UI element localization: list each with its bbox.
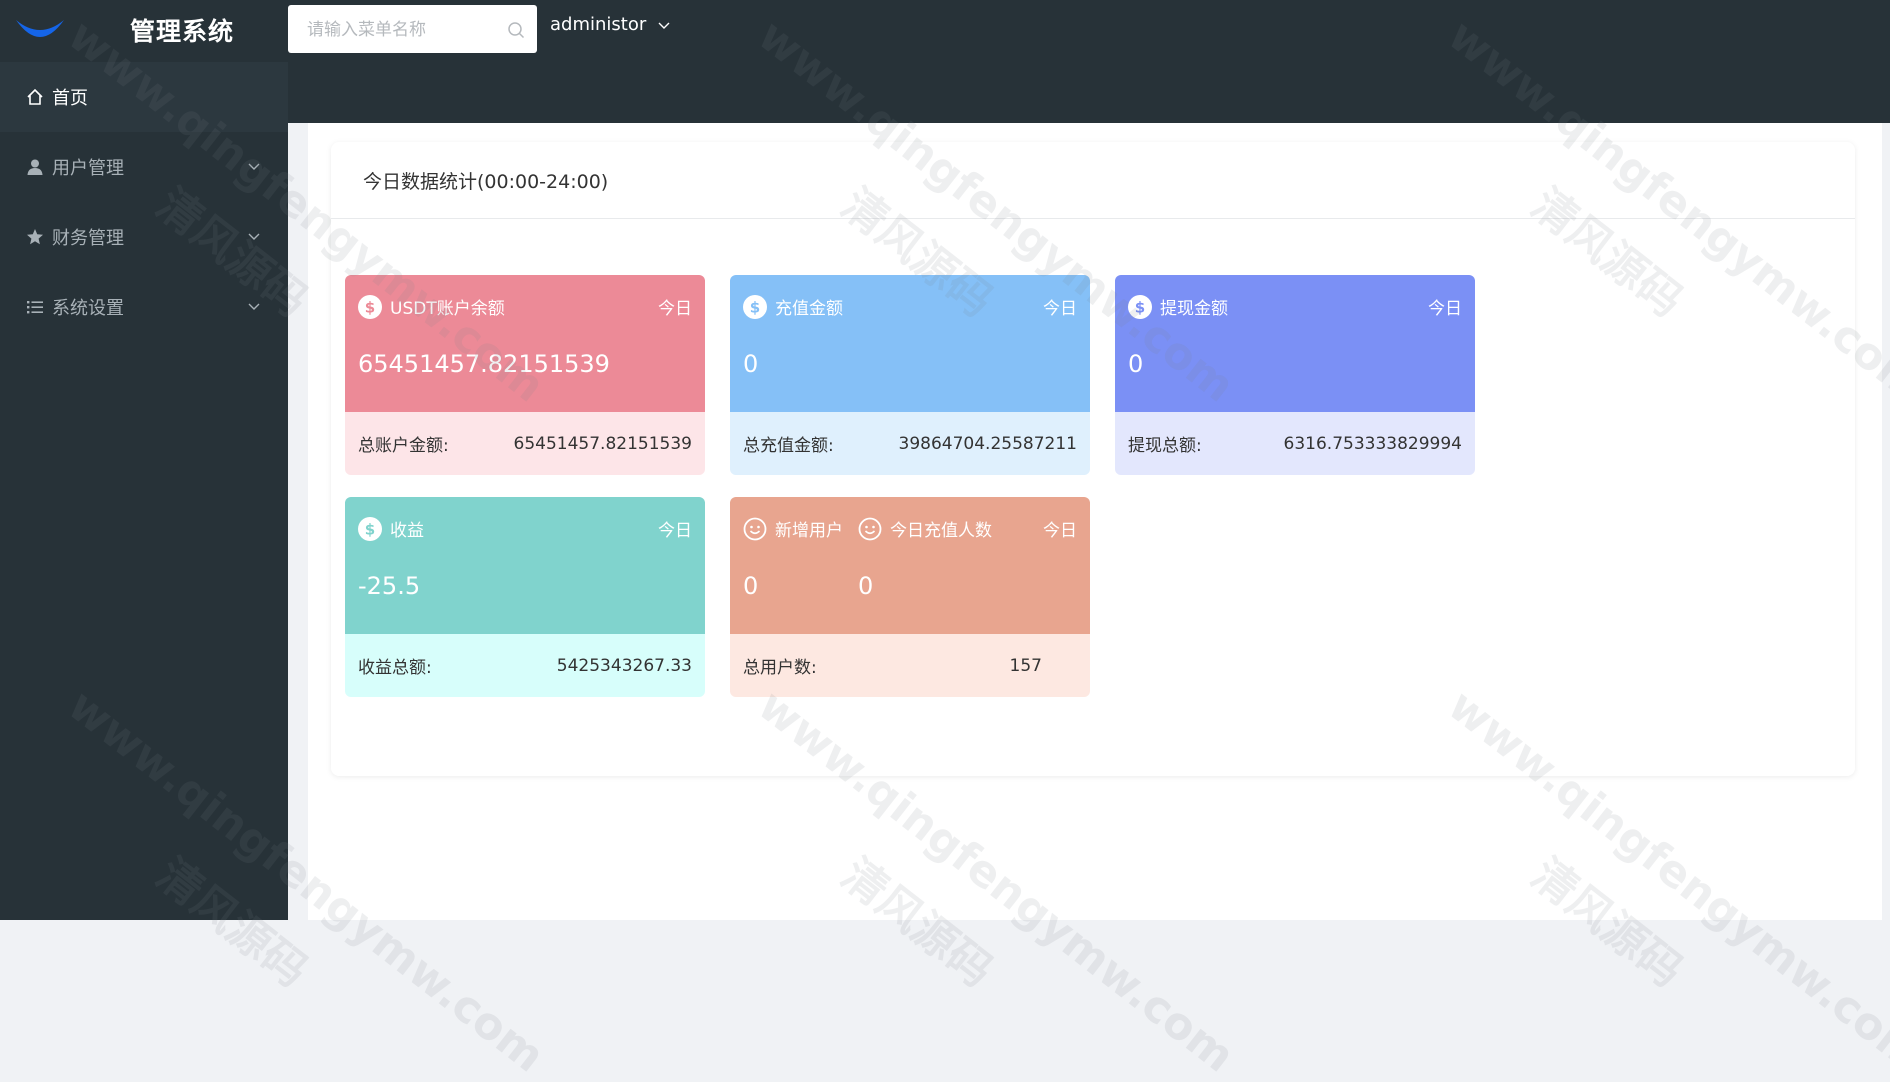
logo-icon <box>16 20 64 37</box>
card-header: $ 收益 今日 -25.5 <box>345 497 705 634</box>
content-gutter <box>288 123 308 920</box>
card-footer-label: 总充值金额: <box>743 436 834 456</box>
sidebar: 管理系统 首页 用户管理 财务管理 系统设置 <box>0 0 288 920</box>
card-title: $ 提现金额 <box>1128 294 1228 319</box>
search-input[interactable] <box>288 5 499 55</box>
sidebar-item-label: 系统设置 <box>52 298 124 319</box>
user-icon <box>26 158 44 176</box>
card-period: 今日 <box>658 521 692 541</box>
sidebar-item-label: 财务管理 <box>52 228 124 249</box>
card-footer-label: 总账户金额: <box>358 436 449 456</box>
card-period: 今日 <box>1043 521 1077 541</box>
svg-text:$: $ <box>365 298 375 316</box>
sidebar-menu: 首页 用户管理 财务管理 系统设置 <box>0 62 288 342</box>
card-footer: 总用户数: 157 <box>730 634 1090 697</box>
sidebar-item-home[interactable]: 首页 <box>0 62 288 132</box>
search-icon[interactable] <box>507 21 525 39</box>
user-dropdown[interactable]: administor <box>550 14 670 35</box>
smile-icon <box>858 517 882 541</box>
card-footer-value: 157 <box>1009 655 1042 676</box>
stat-card-withdraw: $ 提现金额 今日 0 提现总额: 6316.753333829994 <box>1115 275 1475 475</box>
card-header: $ 提现金额 今日 0 <box>1115 275 1475 412</box>
card-value-secondary: 0 <box>858 572 874 600</box>
sidebar-item-settings[interactable]: 系统设置 <box>0 272 288 342</box>
card-period: 今日 <box>1043 299 1077 319</box>
card-footer-label: 收益总额: <box>358 658 432 678</box>
smile-icon <box>743 517 767 541</box>
chevron-down-icon <box>248 163 260 170</box>
card-title: $ 收益 <box>358 516 424 541</box>
card-footer: 提现总额: 6316.753333829994 <box>1115 412 1475 475</box>
card-header: $ 充值金额 今日 0 <box>730 275 1090 412</box>
sidebar-item-users[interactable]: 用户管理 <box>0 132 288 202</box>
card-value: 0 <box>1128 350 1144 378</box>
stat-card-recharge: $ 充值金额 今日 0 总充值金额: 39864704.25587211 <box>730 275 1090 475</box>
svg-text:$: $ <box>750 298 760 316</box>
svg-text:$: $ <box>1135 298 1145 316</box>
dollar-icon: $ <box>358 516 382 541</box>
card-period: 今日 <box>658 299 692 319</box>
app-title: 管理系统 <box>130 17 235 46</box>
user-name: administor <box>550 14 647 35</box>
card-title: $ USDT账户余额 <box>358 294 505 319</box>
sidebar-item-label: 用户管理 <box>52 158 124 179</box>
chevron-down-icon <box>658 19 670 31</box>
card-header: $ USDT账户余额 今日 65451457.82151539 <box>345 275 705 412</box>
chevron-down-icon <box>248 233 260 240</box>
card-footer: 总充值金额: 39864704.25587211 <box>730 412 1090 475</box>
dollar-icon: $ <box>743 294 767 319</box>
menu-search <box>288 5 537 55</box>
svg-text:$: $ <box>365 520 375 538</box>
card-header: 新增用户 今日充值人数 今日 0 0 <box>730 497 1090 634</box>
stat-card-new-users: 新增用户 今日充值人数 今日 0 0 总用户数: 157 <box>730 497 1090 697</box>
home-icon <box>26 88 44 106</box>
card-footer-label: 总用户数: <box>743 658 817 678</box>
list-icon <box>26 298 44 316</box>
card-footer-label: 提现总额: <box>1128 436 1202 456</box>
content-edge <box>1882 123 1890 920</box>
stat-card-income: $ 收益 今日 -25.5 收益总额: 5425343267.33 <box>345 497 705 697</box>
card-footer-value: 65451457.82151539 <box>513 433 692 454</box>
card-footer-value: 6316.753333829994 <box>1283 433 1462 454</box>
panel-title: 今日数据统计(00:00-24:00) <box>331 142 1855 219</box>
dollar-icon: $ <box>1128 294 1152 319</box>
card-period: 今日 <box>1428 299 1462 319</box>
card-value: 65451457.82151539 <box>358 350 610 378</box>
sidebar-item-label: 首页 <box>52 88 88 109</box>
dollar-icon: $ <box>358 294 382 319</box>
top-header: administor <box>288 0 1890 123</box>
card-footer-value: 39864704.25587211 <box>898 433 1077 454</box>
stat-card-usdt-balance: $ USDT账户余额 今日 65451457.82151539 总账户金额: 6… <box>345 275 705 475</box>
card-footer: 收益总额: 5425343267.33 <box>345 634 705 697</box>
card-value: 0 <box>743 572 759 600</box>
card-title-secondary: 今日充值人数 <box>858 516 992 541</box>
card-value: 0 <box>743 350 759 378</box>
card-title: 新增用户 <box>743 516 843 541</box>
card-value: -25.5 <box>358 572 421 600</box>
card-title: $ 充值金额 <box>743 294 843 319</box>
sidebar-item-finance[interactable]: 财务管理 <box>0 202 288 272</box>
logo-area: 管理系统 <box>0 0 288 58</box>
star-icon <box>26 228 44 246</box>
chevron-down-icon <box>248 303 260 310</box>
card-footer-value: 5425343267.33 <box>556 655 692 676</box>
card-footer: 总账户金额: 65451457.82151539 <box>345 412 705 475</box>
